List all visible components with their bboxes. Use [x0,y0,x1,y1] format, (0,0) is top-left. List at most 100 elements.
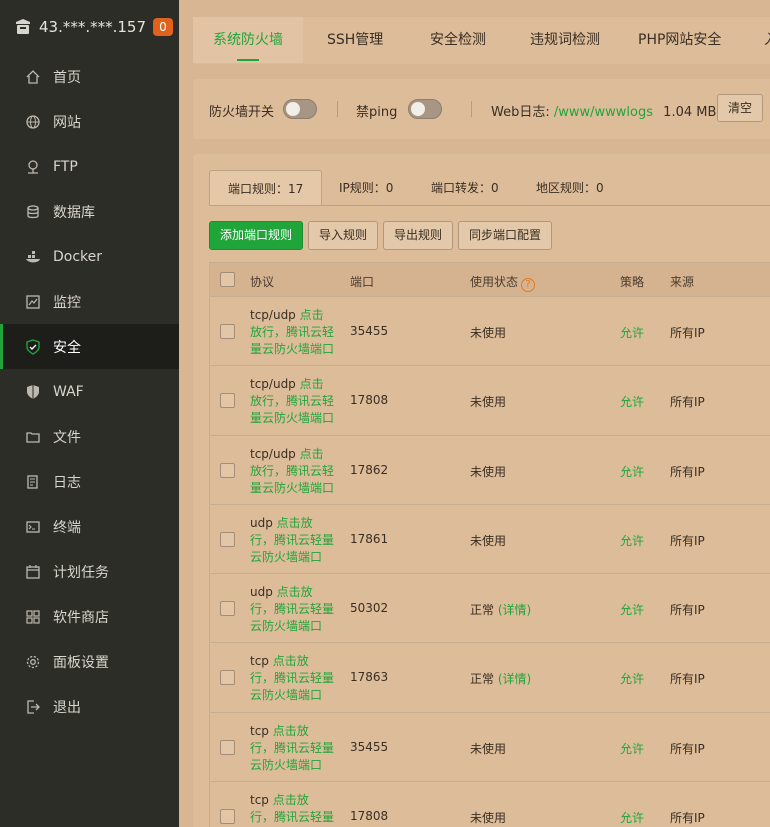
sidebar-item-label: Docker [53,248,103,265]
status-detail-link[interactable]: (详情) [498,603,531,617]
table-row: tcp/udp 点击 放行，腾讯云轻 量云防火墙端口 17808 未使用 允许 所有IP [210,366,770,436]
help-icon[interactable]: ? [521,278,536,292]
tab-label: 系统防火墙 [213,32,283,48]
sidebar-item-label: 计划任务 [53,564,109,581]
sidebar-item-5[interactable]: 监控 [0,279,179,324]
main-content: 系统防火墙 SSH管理 安全检测 违规词检测 PHP网站安全 入 防火墙开关 禁… [179,0,770,827]
ftp-icon [25,159,41,175]
sidebar-item-label: 文件 [53,429,81,446]
weblog-size: 1.04 MB [663,105,717,120]
row-port: 17863 [350,670,389,685]
sidebar-item-3[interactable]: 数据库 [0,189,179,234]
import-rules-button[interactable]: 导入规则 [308,221,379,250]
clear-log-button[interactable]: 清空 [717,94,764,122]
ping-label: 禁ping [356,105,398,120]
row-status: 未使用 [470,464,507,479]
row-protocol: udp 点击放 行，腾讯云轻量 云防火墙端口 [250,515,338,566]
logout-icon [25,699,41,715]
sidebar-item-8[interactable]: 文件 [0,414,179,459]
row-policy: 允许 [620,533,645,548]
security-tabs: 系统防火墙 SSH管理 安全检测 违规词检测 PHP网站安全 入 [193,17,770,64]
select-all-checkbox[interactable] [220,272,235,287]
sidebar-item-11[interactable]: 计划任务 [0,549,179,594]
row-checkbox[interactable] [220,393,235,409]
sidebar-item-9[interactable]: 日志 [0,459,179,504]
row-policy: 允许 [620,464,645,479]
sidebar-item-2[interactable]: FTP [0,144,179,189]
sidebar-item-label: 网站 [53,114,81,131]
subtab-port-rules[interactable]: 端口规则：17 [209,170,323,206]
sidebar-item-label: WAF [53,383,84,400]
row-checkbox[interactable] [220,531,235,547]
tab-more[interactable]: 入 [764,17,770,63]
server-header[interactable]: 43.***.***.157 0 [0,0,179,54]
row-protocol: tcp/udp 点击 放行，腾讯云轻 量云防火墙端口 [250,376,338,427]
row-protocol: tcp/udp 点击 放行，腾讯云轻 量云防火墙端口 [250,446,338,497]
shield-icon [25,338,41,355]
sidebar-item-label: 日志 [53,474,81,491]
row-checkbox[interactable] [220,809,235,825]
row-policy: 允许 [620,741,645,756]
sidebar-item-13[interactable]: 面板设置 [0,639,179,684]
apps-icon [25,609,41,625]
tab-banned-words[interactable]: 违规词检测 [530,17,600,63]
sidebar-item-4[interactable]: Docker [0,234,179,279]
row-checkbox[interactable] [220,601,235,617]
protocol-text: tcp [250,654,269,669]
row-checkbox[interactable] [220,670,235,686]
subtab-port-forward[interactable]: 端口转发：0 [431,170,499,206]
row-status: 未使用 [470,395,507,410]
weblog-path-link[interactable]: /www/wwwlogs [554,105,653,120]
rules-panel: 端口规则：17 IP规则：0 端口转发：0 地区规则：0 添加端口规则 导入规则… [193,154,770,827]
server-host: 43.***.***.157 [39,18,147,36]
sidebar-item-0[interactable]: 首页 [0,54,179,99]
protocol-text: tcp/udp [250,446,296,461]
row-checkbox[interactable] [220,462,235,478]
folder-icon [25,429,41,445]
protocol-text: tcp [250,723,269,738]
row-source: 所有IP [670,603,705,618]
th-status: 使用状态? [470,273,536,292]
ping-toggle[interactable] [408,99,442,119]
notification-badge[interactable]: 0 [153,18,173,36]
row-port: 35455 [350,324,389,338]
row-status: 未使用 [470,326,507,340]
sidebar-item-1[interactable]: 网站 [0,99,179,144]
table-row: udp 点击放 行，腾讯云轻量 云防火墙端口 50302 正常 (详情) 允许 所有IP [210,574,770,644]
sidebar-item-label: 面板设置 [53,654,109,671]
table-row: tcp 点击放 行，腾讯云轻量 云防火墙端口 35455 未使用 允许 所有IP [210,713,770,783]
tab-ssh[interactable]: SSH管理 [327,17,383,63]
export-rules-button[interactable]: 导出规则 [383,221,454,250]
row-policy: 允许 [620,395,645,410]
firewall-switch-label: 防火墙开关 [209,105,275,120]
protocol-text: tcp/udp [250,377,296,392]
add-port-rule-button[interactable]: 添加端口规则 [209,221,304,250]
firewall-toolbar: 防火墙开关 禁ping Web日志: /www/wwwlogs 1.04 MB [193,79,770,139]
row-port: 17862 [350,462,389,477]
sidebar-item-7[interactable]: WAF [0,369,179,414]
docker-icon [25,249,41,265]
sync-port-config-button[interactable]: 同步端口配置 [458,221,553,250]
row-checkbox[interactable] [220,324,235,339]
sidebar-item-10[interactable]: 终端 [0,504,179,549]
globe-icon [25,114,41,130]
row-policy: 允许 [620,811,645,826]
row-policy: 允许 [620,326,645,340]
subtab-ip-rules[interactable]: IP规则：0 [339,170,393,206]
database-icon [25,204,41,220]
firewall-toggle[interactable] [283,99,317,119]
row-source: 所有IP [670,811,705,826]
subtab-region-rules[interactable]: 地区规则：0 [536,170,604,206]
tab-security-scan[interactable]: 安全检测 [430,17,486,63]
status-detail-link[interactable]: (详情) [498,672,531,686]
monitor-icon [25,294,41,310]
row-status: 未使用 [470,811,507,826]
row-checkbox[interactable] [220,739,235,755]
table-row: tcp/udp 点击 放行，腾讯云轻 量云防火墙端口 35455 未使用 允许 所有IP [210,297,770,367]
tab-system-firewall[interactable]: 系统防火墙 [193,17,303,63]
table-header: 协议 端口 使用状态? 策略 来源 [210,263,770,297]
tab-php-security[interactable]: PHP网站安全 [638,17,721,63]
sidebar-item-14[interactable]: 退出 [0,684,179,729]
sidebar-item-6[interactable]: 安全 [0,324,179,369]
sidebar-item-12[interactable]: 软件商店 [0,594,179,639]
